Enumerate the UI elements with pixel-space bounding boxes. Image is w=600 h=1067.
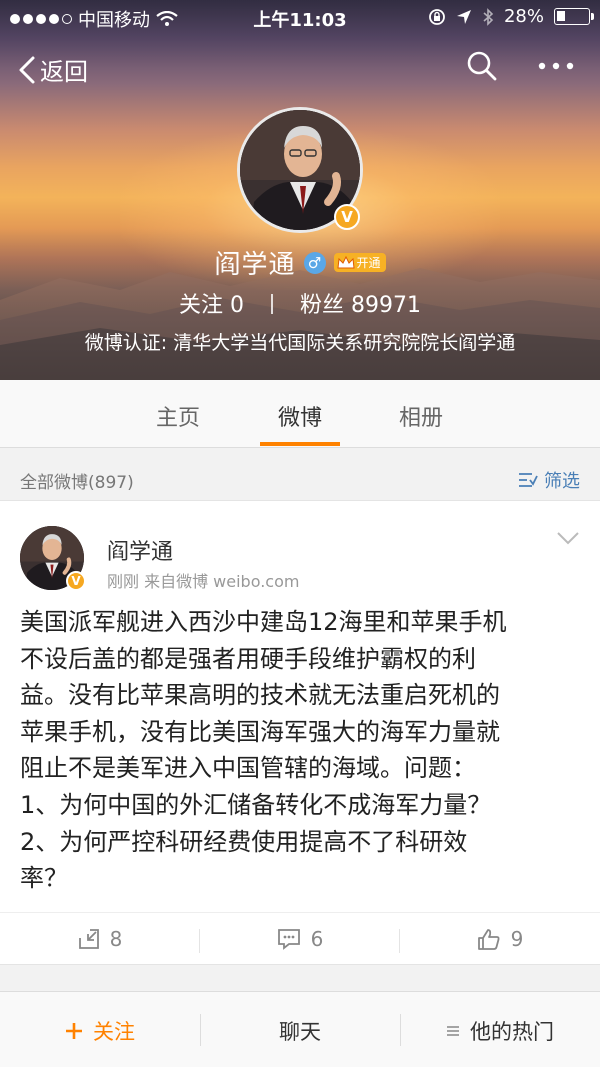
following-count: 0 <box>230 293 244 318</box>
post-text-line: 2、为何严控科研经费使用提高不了科研效 <box>20 827 468 856</box>
post-card[interactable]: V 阎学通 刚刚 来自微博 weibo.com 美国派军舰进入西沙中建岛12海里… <box>0 500 600 965</box>
status-bar: 中国移动 上午11:03 28% <box>0 0 600 34</box>
profile-name: 阎学通 <box>214 250 296 280</box>
lock-rotation-icon <box>429 8 445 25</box>
chat-label: 聊天 <box>279 1020 321 1044</box>
post-author[interactable]: 阎学通 <box>107 534 173 566</box>
back-button[interactable]: 返回 <box>18 52 88 87</box>
post-meta: 刚刚 来自微博 weibo.com <box>107 572 300 591</box>
profile-stats: 关注 0 粉丝 89971 <box>0 287 600 319</box>
vip-label: 开通 <box>356 256 381 270</box>
stats-divider <box>271 294 273 314</box>
post-actions: 8 6 9 <box>0 912 600 966</box>
gender-male-icon: ♂ <box>303 251 326 274</box>
filter-button[interactable]: 筛选 <box>518 467 580 493</box>
post-text-line: 美国派军舰进入西沙中建岛12海里和苹果手机 <box>20 608 507 636</box>
follow-button[interactable]: 关注 <box>0 1016 200 1046</box>
profile-name-row: 阎学通 ♂ 开通 <box>0 244 600 281</box>
comment-count: 6 <box>310 927 324 951</box>
followers-stat[interactable]: 粉丝 89971 <box>300 293 421 318</box>
battery-percent: 28% <box>503 6 544 27</box>
post-text-line: 率？ <box>20 864 68 893</box>
vip-open-button[interactable]: 开通 <box>333 253 386 272</box>
profile-tabs: 主页 微博 相册 <box>0 380 600 448</box>
back-label: 返回 <box>40 58 88 86</box>
following-stat[interactable]: 关注 0 <box>179 293 251 318</box>
post-text-line: 不设后盖的都是强者用硬手段维护霸权的利 <box>20 644 476 673</box>
search-icon[interactable] <box>466 50 498 82</box>
tab-album[interactable]: 相册 <box>371 400 471 432</box>
crown-icon <box>336 255 355 268</box>
tab-home[interactable]: 主页 <box>128 400 228 432</box>
chevron-down-icon[interactable] <box>556 531 580 545</box>
filter-icon <box>519 473 538 487</box>
feed-header: 全部微博(897) 筛选 <box>0 458 600 498</box>
like-count: 9 <box>510 927 524 951</box>
list-icon <box>447 1026 459 1036</box>
post-text-line: 1、为何中国的外汇储备转化不成海军力量？ <box>20 790 492 819</box>
comment-icon <box>277 929 300 950</box>
post-text-line: 益。没有比苹果高明的技术就无法重启死机的 <box>20 681 500 710</box>
like-icon <box>477 929 500 950</box>
post-text-line: 阻止不是美军进入中国管辖的海域。问题： <box>20 754 476 783</box>
post-text-line: 苹果手机，没有比美国海军强大的海军力量就 <box>20 717 500 746</box>
back-chevron-icon <box>19 56 35 83</box>
bluetooth-icon <box>483 7 494 26</box>
verified-badge: V <box>334 204 360 230</box>
location-arrow-icon <box>456 9 471 24</box>
comment-button[interactable]: 6 <box>200 927 400 951</box>
hot-label: 他的热门 <box>470 1020 554 1044</box>
active-tab-indicator <box>260 442 340 446</box>
post-text: 美国派军舰进入西沙中建岛12海里和苹果手机 不设后盖的都是强者用硬手段维护霸权的… <box>20 604 580 897</box>
tab-weibo[interactable]: 微博 <box>250 400 350 432</box>
more-icon[interactable] <box>538 61 574 71</box>
post-count: 全部微博(897) <box>20 473 134 493</box>
filter-label: 筛选 <box>544 471 580 492</box>
post-verified-badge: V <box>66 571 86 591</box>
repost-count: 8 <box>109 927 123 951</box>
bottom-toolbar: 关注 聊天 他的热门 <box>0 991 600 1067</box>
repost-icon <box>78 929 99 949</box>
hot-posts-button[interactable]: 他的热门 <box>400 1016 600 1046</box>
following-label: 关注 <box>178 293 223 318</box>
follow-label: 关注 <box>93 1020 135 1044</box>
chat-button[interactable]: 聊天 <box>200 1016 400 1046</box>
battery-icon <box>554 8 594 25</box>
nav-bar: 返回 <box>0 44 600 92</box>
like-button[interactable]: 9 <box>400 927 600 951</box>
plus-icon <box>66 1023 82 1039</box>
verification-text: 微博认证: 清华大学当代国际关系研究院院长阎学通 <box>84 332 516 354</box>
followers-label: 粉丝 <box>300 293 345 318</box>
repost-button[interactable]: 8 <box>0 927 200 951</box>
followers-count: 89971 <box>351 293 422 318</box>
